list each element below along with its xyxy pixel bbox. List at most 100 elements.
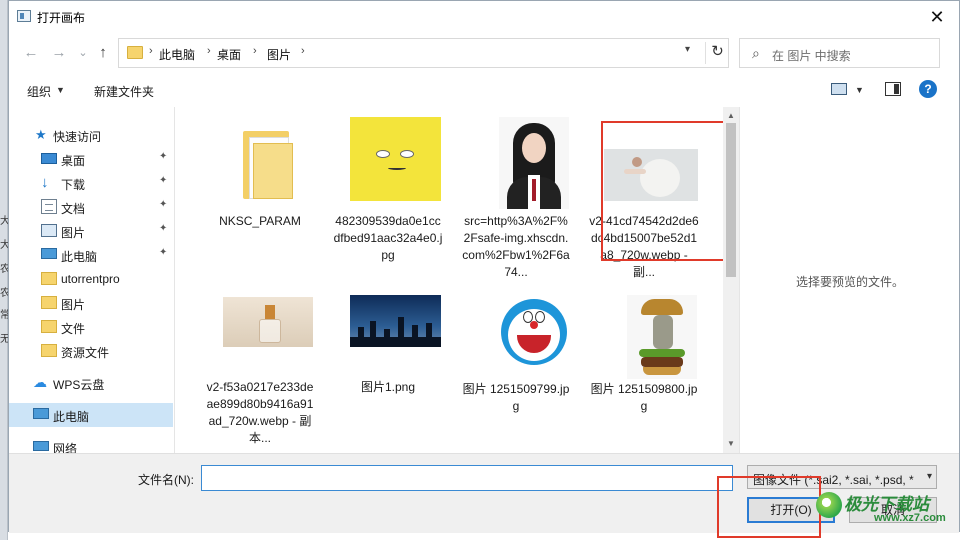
filename-input[interactable] — [201, 465, 733, 491]
preview-message: 选择要预览的文件。 — [795, 275, 904, 289]
chevron-right-icon[interactable]: › — [149, 45, 153, 57]
sidebar-item-label: 文件 — [61, 322, 86, 336]
cloud-icon: ☁ — [33, 374, 47, 390]
search-box[interactable]: ⌕ 在 图片 中搜索 — [739, 38, 940, 68]
desktop-icon — [41, 153, 57, 164]
pin-icon: ✦ — [159, 247, 168, 258]
open-file-dialog: 打开画布 ✕ ← → ⌄ ↑ › 此电脑 › 桌面 › 图片 › ▾ ↻ ⌕ 在… — [8, 0, 960, 538]
sidebar-item-documents[interactable]: 文档 ✦ — [9, 195, 173, 219]
pin-icon: ✦ — [159, 175, 168, 186]
recent-locations-icon[interactable]: ⌄ — [73, 43, 93, 63]
scroll-down-icon[interactable]: ▼ — [723, 437, 739, 451]
file-list: NKSC_PARAM 482309539da0e1ccdfbed91aac32a… — [175, 107, 723, 453]
sidebar-item-label: 图片 — [61, 226, 86, 240]
thumbnail — [333, 287, 443, 387]
sidebar-item-wps-cloud[interactable]: ☁ WPS云盘 — [9, 371, 173, 395]
sidebar-item-utorrentpro[interactable]: utorrentpro — [9, 267, 173, 291]
thumbnail — [205, 287, 315, 387]
background-window-strip: 大 大 农 农 常 无 — [0, 0, 8, 540]
new-folder-button[interactable]: 新建文件夹 — [94, 83, 154, 100]
strip-text: 大 — [0, 216, 8, 227]
file-name: src=http%3A%2F%2Fsafe-img.xhscdn.com%2Fb… — [462, 214, 570, 279]
chevron-right-icon[interactable]: › — [301, 45, 305, 57]
watermark-url: www.xz7.com — [874, 512, 946, 524]
breadcrumb-this-pc[interactable]: 此电脑 — [159, 46, 195, 63]
computer-icon — [41, 248, 57, 259]
spongebob-image — [350, 117, 441, 201]
sidebar-item-label: 桌面 — [61, 154, 86, 168]
organize-button[interactable]: 组织 — [27, 83, 51, 100]
chevron-down-icon[interactable]: ▾ — [685, 44, 690, 55]
file-name: 482309539da0e1ccdfbed91aac32a4e0.jpg — [333, 214, 443, 262]
sidebar-item-network[interactable]: 网络 — [9, 435, 173, 453]
file-name: v2-f53a0217e233deae899d80b9416a91ad_720w… — [206, 380, 314, 445]
thumbnail — [333, 109, 443, 209]
address-bar[interactable]: › 此电脑 › 桌面 › 图片 › ▾ ↻ — [118, 38, 729, 68]
command-toolbar: 组织 ▼ 新建文件夹 ▼ ? — [9, 73, 959, 105]
city-skyline-image — [350, 295, 441, 347]
sidebar-item-label: 快速访问 — [53, 130, 102, 144]
thumbnail — [589, 287, 699, 387]
folder-icon — [127, 46, 143, 59]
chevron-right-icon[interactable]: › — [207, 45, 211, 57]
sidebar-item-label: 文档 — [61, 202, 86, 216]
breadcrumb-pictures[interactable]: 图片 — [267, 46, 291, 63]
sidebar-item-label: 下载 — [61, 178, 86, 192]
sidebar-item-this-pc[interactable]: 此电脑 — [9, 403, 173, 427]
sidebar-item-label: WPS云盘 — [53, 378, 105, 392]
forward-arrow-icon[interactable]: → — [49, 43, 69, 63]
burger-image — [627, 295, 697, 379]
sidebar-item-files[interactable]: 文件 — [9, 315, 173, 339]
portrait-image — [499, 117, 569, 209]
sidebar-item-label: 图片 — [61, 298, 86, 312]
up-arrow-icon[interactable]: ↑ — [93, 43, 113, 63]
app-icon — [17, 10, 31, 22]
back-arrow-icon[interactable]: ← — [21, 43, 41, 63]
chevron-down-icon[interactable]: ▼ — [56, 85, 65, 95]
refresh-icon[interactable]: ↻ — [705, 42, 729, 64]
view-options-icon[interactable] — [831, 83, 847, 95]
sidebar-item-downloads[interactable]: ↓ 下载 ✦ — [9, 171, 173, 195]
sidebar-item-pictures-folder[interactable]: 图片 — [9, 291, 173, 315]
folder-icon — [41, 320, 57, 333]
preview-pane: 选择要预览的文件。 — [739, 107, 959, 453]
pin-icon: ✦ — [159, 223, 168, 234]
navigation-bar: ← → ⌄ ↑ › 此电脑 › 桌面 › 图片 › ▾ ↻ ⌕ 在 图片 中搜索 — [9, 35, 959, 71]
sidebar-item-label: 资源文件 — [61, 346, 110, 360]
filename-label: 文件名(N): — [138, 473, 194, 487]
sidebar-item-pictures[interactable]: 图片 ✦ — [9, 219, 173, 243]
scroll-up-icon[interactable]: ▲ — [723, 109, 739, 123]
scrollbar-thumb[interactable] — [726, 123, 736, 277]
title-bar: 打开画布 ✕ — [9, 1, 959, 33]
thumbnail — [205, 109, 315, 209]
chevron-down-icon[interactable]: ▼ — [855, 85, 864, 95]
sidebar-item-resources[interactable]: 资源文件 — [9, 339, 173, 363]
file-list-scrollbar[interactable]: ▲ ▼ — [723, 107, 739, 453]
star-icon: ★ — [35, 127, 47, 142]
preview-pane-icon[interactable] — [885, 82, 901, 96]
sidebar-item-label: 此电脑 — [53, 410, 90, 424]
help-icon[interactable]: ? — [919, 80, 937, 98]
search-icon: ⌕ — [752, 45, 760, 61]
strip-text: 农 — [0, 288, 8, 299]
chevron-right-icon[interactable]: › — [253, 45, 257, 57]
folder-icon — [243, 131, 293, 199]
network-icon — [33, 441, 49, 451]
strip-text: 无 — [0, 334, 8, 345]
close-icon[interactable]: ✕ — [925, 5, 949, 29]
sidebar-item-quick-access[interactable]: ★ 快速访问 — [9, 123, 173, 147]
sidebar-item-desktop[interactable]: 桌面 ✦ — [9, 147, 173, 171]
chevron-down-icon: ▾ — [926, 471, 932, 482]
file-name: 图片 1251509799.jpg — [462, 382, 570, 413]
strip-text: 农 — [0, 264, 8, 275]
file-name: NKSC_PARAM — [219, 214, 301, 228]
thumbnail — [461, 109, 571, 209]
search-placeholder: 在 图片 中搜索 — [772, 49, 851, 63]
sidebar-item-this-pc-pinned[interactable]: 此电脑 ✦ — [9, 243, 173, 267]
breadcrumb-desktop[interactable]: 桌面 — [217, 46, 241, 63]
pictures-icon — [41, 224, 57, 237]
download-icon: ↓ — [41, 174, 49, 191]
strip-text: 大 — [0, 240, 8, 251]
doraemon-image — [499, 295, 569, 379]
pin-icon: ✦ — [159, 151, 168, 162]
